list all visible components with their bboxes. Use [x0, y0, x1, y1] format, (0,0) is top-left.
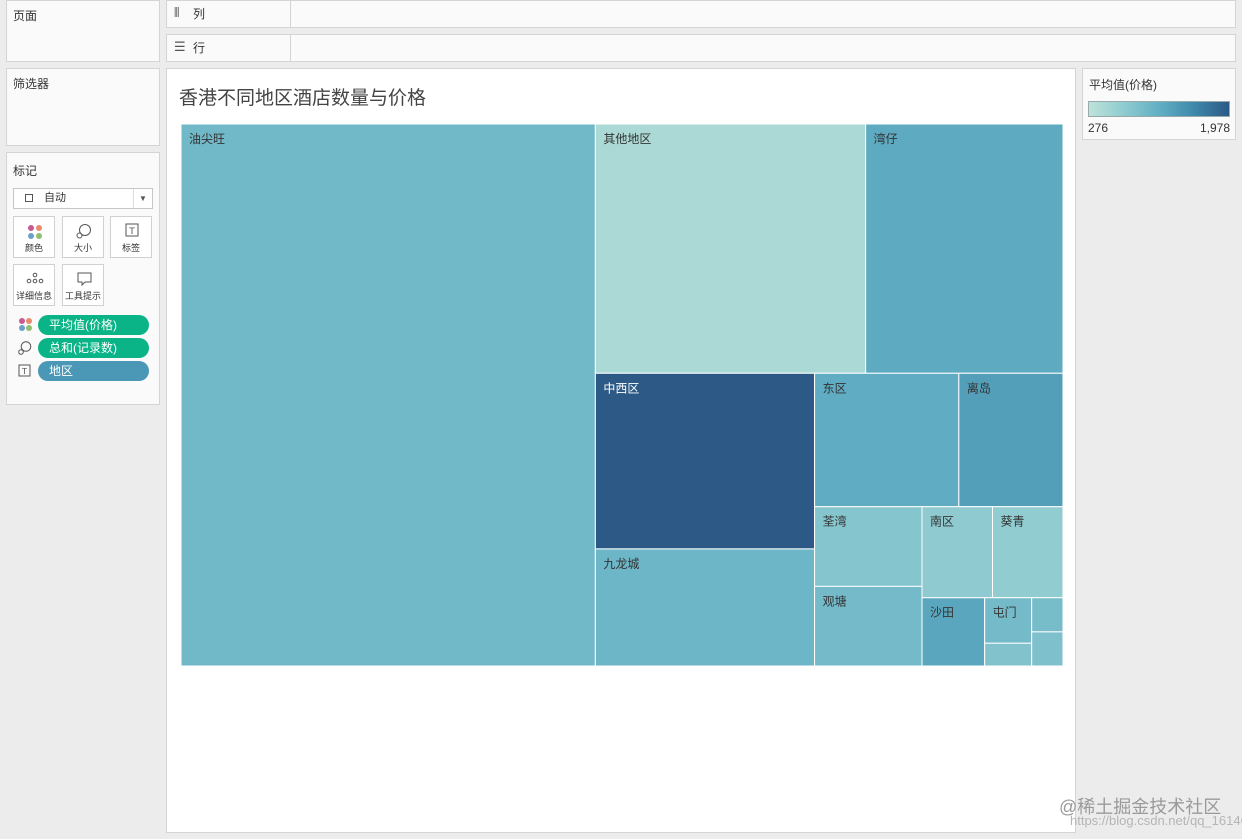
columns-icon: ⫴	[174, 6, 180, 21]
treemap-cell-label: 屯门	[993, 605, 1017, 620]
detail-button-label: 详细信息	[15, 291, 52, 301]
size-button[interactable]: 大小	[62, 216, 104, 258]
treemap-chart[interactable]: 油尖旺 其他地区 湾仔中西区九龙城 东区 离岛荃湾观塘 南区 葵青沙田 屯门	[181, 124, 1063, 666]
mark-type-dropdown[interactable]: 自动 ▼	[13, 188, 153, 209]
size-measure-pill[interactable]: 总和(记录数)	[38, 338, 149, 358]
watermark-url: https://blog.csdn.net/qq_16146103	[1070, 813, 1242, 828]
label-t-icon: T	[17, 363, 33, 379]
treemap-cell-label: 葵青	[1000, 515, 1024, 529]
color-pill-row: 平均值(价格)	[17, 315, 159, 335]
treemap-cell-label: 湾仔	[874, 131, 898, 146]
label-dimension-pill[interactable]: 地区	[38, 361, 149, 381]
treemap-cell-rect[interactable]	[1031, 597, 1063, 633]
treemap-cell-rect[interactable]	[594, 372, 816, 550]
treemap-cell[interactable]: 葵青	[991, 506, 1063, 599]
treemap-cell[interactable]: 东区	[814, 372, 960, 508]
treemap-cell[interactable]	[1031, 631, 1063, 666]
color-button[interactable]: 颜色	[13, 216, 55, 258]
legend-gradient-bar	[1088, 101, 1230, 117]
treemap-cell-label: 南区	[930, 514, 954, 529]
color-legend[interactable]: 平均值(价格) 276 1,978	[1082, 68, 1236, 140]
detail-button[interactable]: 详细信息	[13, 264, 55, 306]
treemap-cell[interactable]	[1031, 597, 1063, 633]
size-circle-icon	[63, 223, 103, 239]
treemap-cell-rect[interactable]	[984, 642, 1033, 666]
rows-icon: ☰	[174, 40, 186, 55]
rows-shelf-text: 行	[193, 41, 206, 55]
treemap-cell[interactable]: 油尖旺	[181, 124, 596, 666]
label-button-label: 标签	[121, 243, 140, 253]
rows-shelf[interactable]: ☰ 行	[166, 34, 1236, 62]
treemap-cell-rect[interactable]	[865, 124, 1063, 374]
svg-text:T: T	[21, 367, 27, 376]
treemap-cell[interactable]: 湾仔	[865, 124, 1063, 374]
svg-text:T: T	[128, 227, 135, 237]
treemap-cell[interactable]: 荃湾	[814, 506, 923, 587]
treemap-cell-label: 荃湾	[823, 514, 847, 529]
worksheet-view: 香港不同地区酒店数量与价格 油尖旺 其他地区 湾仔中西区九龙城 东区 离岛荃湾观塘 南区 葵…	[166, 68, 1076, 833]
color-measure-pill[interactable]: 平均值(价格)	[38, 315, 149, 335]
rows-shelf-label: ☰ 行	[167, 35, 291, 61]
pages-card-title: 页面	[13, 9, 38, 23]
treemap-cell-label: 观塘	[823, 593, 847, 608]
size-pill-row: 总和(记录数)	[17, 338, 159, 358]
treemap-cell-label: 离岛	[967, 380, 991, 395]
treemap-cell-label: 沙田	[930, 606, 954, 620]
tooltip-button-label: 工具提示	[64, 291, 101, 301]
treemap-cell-label: 其他地区	[603, 132, 651, 146]
treemap-cell[interactable]: 屯门	[984, 597, 1033, 644]
legend-min-value: 276	[1088, 121, 1109, 135]
label-pill-row: T 地区	[17, 361, 159, 381]
label-t-icon: T	[111, 223, 151, 239]
legend-max-value: 1,978	[1199, 121, 1230, 135]
treemap-cell[interactable]: 南区	[921, 506, 993, 599]
columns-shelf-label: ⫴ 列	[167, 1, 291, 27]
label-button[interactable]: T 标签	[110, 216, 152, 258]
treemap-cell[interactable]	[984, 642, 1033, 666]
chevron-down-icon: ▼	[133, 189, 152, 208]
mark-type-value: 自动	[44, 192, 66, 204]
treemap-cell[interactable]: 离岛	[958, 372, 1063, 508]
treemap-cell[interactable]: 中西区	[594, 372, 816, 550]
treemap-cell-rect[interactable]	[1031, 631, 1063, 666]
legend-title: 平均值(价格)	[1089, 78, 1157, 92]
marks-card-title: 标记	[13, 164, 38, 178]
treemap-cell-label: 中西区	[603, 380, 639, 395]
color-button-label: 颜色	[24, 243, 43, 253]
filters-card[interactable]: 筛选器	[6, 68, 160, 146]
treemap-cell-label: 九龙城	[603, 557, 639, 571]
tooltip-button[interactable]: 工具提示	[62, 264, 104, 306]
treemap-cell-rect[interactable]	[594, 124, 867, 374]
color-dots-icon	[14, 223, 54, 239]
detail-dots-icon	[14, 271, 54, 287]
size-button-label: 大小	[73, 243, 92, 253]
treemap-cell[interactable]: 其他地区	[594, 124, 867, 374]
treemap-cell-rect[interactable]	[181, 124, 596, 666]
size-circle-icon	[17, 340, 33, 356]
columns-shelf[interactable]: ⫴ 列	[166, 0, 1236, 28]
treemap-cell-label: 东区	[823, 381, 847, 395]
marks-card: 标记 自动 ▼ 颜色 大小 T 标签 详细信息 工具提示 平均值(价格) 总和(…	[6, 152, 160, 405]
treemap-cell[interactable]: 九龙城	[594, 548, 816, 666]
color-dots-icon	[17, 317, 33, 333]
treemap-cell[interactable]: 沙田	[921, 597, 986, 666]
treemap-cell-rect[interactable]	[984, 597, 1033, 644]
treemap-cell-label: 油尖旺	[189, 132, 225, 146]
treemap-cell[interactable]: 观塘	[814, 585, 923, 666]
worksheet-title: 香港不同地区酒店数量与价格	[179, 87, 427, 109]
square-mark-icon	[25, 194, 33, 202]
filters-card-title: 筛选器	[13, 77, 50, 91]
columns-shelf-text: 列	[193, 7, 206, 21]
tooltip-bubble-icon	[63, 271, 103, 287]
pages-card[interactable]: 页面	[6, 0, 160, 62]
